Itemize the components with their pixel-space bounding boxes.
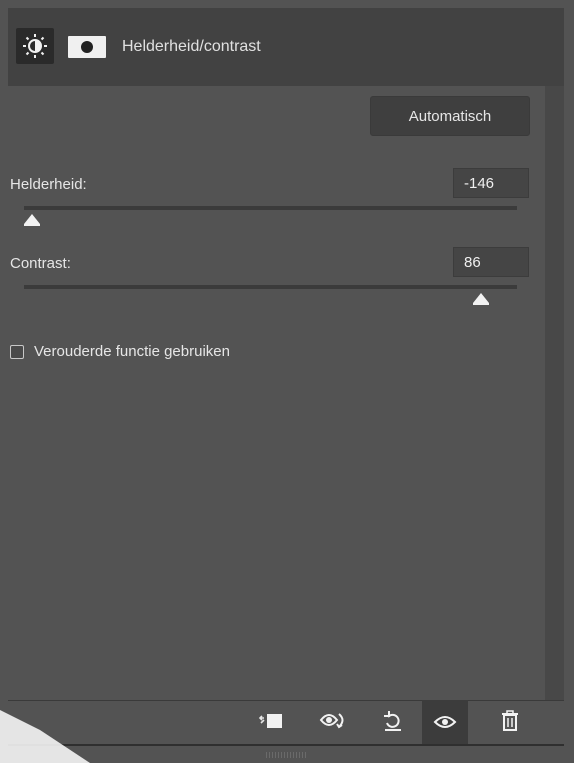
brightness-slider-track[interactable] bbox=[24, 206, 517, 210]
scrollbar-track[interactable] bbox=[545, 86, 564, 700]
panel-title: Helderheid/contrast bbox=[122, 38, 261, 55]
brightness-contrast-icon[interactable] bbox=[16, 28, 54, 64]
brightness-label: Helderheid: bbox=[10, 176, 87, 193]
clip-to-layer-icon[interactable] bbox=[254, 704, 290, 738]
decorative-corner-shape bbox=[0, 710, 90, 763]
contrast-input[interactable]: 86 bbox=[453, 247, 529, 277]
view-previous-state-icon[interactable] bbox=[316, 704, 352, 738]
reset-icon[interactable] bbox=[375, 704, 411, 738]
layer-mask-icon[interactable] bbox=[68, 36, 106, 58]
panel-header: Helderheid/contrast bbox=[8, 8, 564, 86]
legacy-checkbox-label: Verouderde functie gebruiken bbox=[34, 343, 230, 360]
brightness-slider-thumb[interactable] bbox=[24, 214, 40, 226]
brightness-input[interactable]: -146 bbox=[453, 168, 529, 198]
visibility-icon[interactable] bbox=[422, 700, 468, 744]
trash-icon[interactable] bbox=[492, 704, 528, 738]
contrast-slider-thumb[interactable] bbox=[473, 293, 489, 305]
legacy-checkbox[interactable] bbox=[10, 345, 24, 359]
auto-button[interactable]: Automatisch bbox=[370, 96, 530, 136]
contrast-slider-track[interactable] bbox=[24, 285, 517, 289]
resize-grip-icon[interactable] bbox=[266, 752, 308, 758]
contrast-label: Contrast: bbox=[10, 255, 71, 272]
